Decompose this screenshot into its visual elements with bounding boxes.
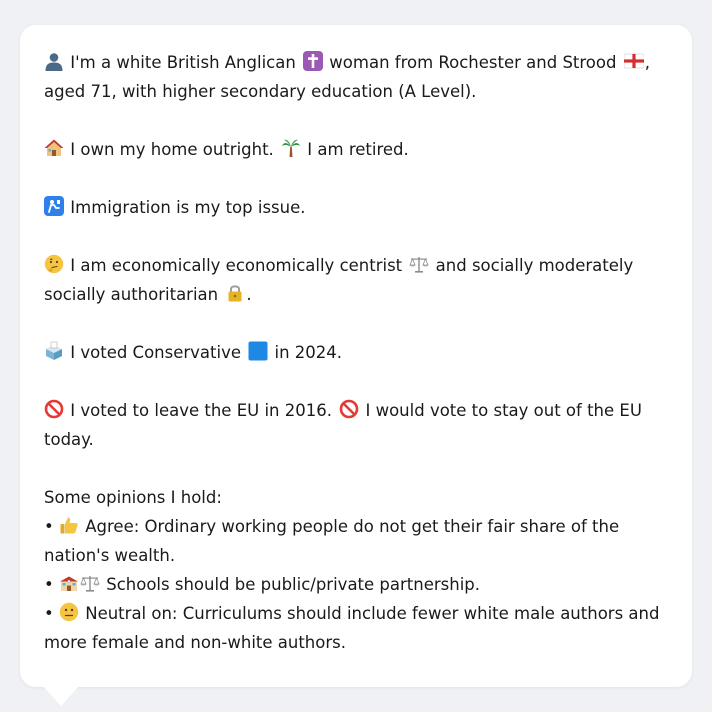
politics-text-4: . [246, 285, 252, 304]
house-icon [44, 138, 64, 158]
persona-message-body: I'm a white British Anglican woman from … [44, 48, 664, 657]
eu-text-2: I would vote to stay out of the EU [365, 401, 642, 420]
opinions-paragraph: Some opinions I hold: • Agree: Ordinary … [44, 483, 664, 657]
politics-text-2: and socially moderately [435, 256, 634, 275]
eu-text-3: today. [44, 430, 94, 449]
passport-control-icon [44, 196, 64, 216]
thinking-face-icon [44, 254, 64, 274]
bullet: • [44, 604, 54, 623]
balance-scale-icon [80, 573, 100, 593]
identity-text-4: aged 71, with higher secondary education… [44, 82, 477, 101]
bullet: • [44, 575, 54, 594]
prohibited-icon [339, 399, 359, 419]
opinion-item-agree-line-2: nation's wealth. [44, 546, 176, 565]
padlock-icon [225, 283, 245, 303]
blue-square-icon [248, 341, 268, 361]
thumbs-up-icon [59, 515, 79, 535]
opinions-heading: Some opinions I hold: [44, 488, 222, 507]
opinion-item-schools-text: Schools should be public/private partner… [106, 575, 481, 594]
prohibited-icon [44, 399, 64, 419]
opinion-item-agree-line-1: Agree: Ordinary working people do not ge… [85, 517, 620, 536]
message-bubble-tail [43, 686, 79, 706]
persona-message-bubble: I'm a white British Anglican woman from … [20, 25, 692, 687]
vote-paragraph: I voted Conservative in 2024. [44, 338, 664, 367]
balance-scale-icon [409, 254, 430, 274]
palm-tree-icon [281, 138, 301, 158]
eu-paragraph: I voted to leave the EU in 2016. I would… [44, 396, 664, 454]
opinion-item-neutral-line-2: more female and non-white authors. [44, 633, 346, 652]
england-flag-icon [623, 51, 644, 71]
school-icon [59, 573, 79, 593]
eu-text-1: I voted to leave the EU in 2016. [70, 401, 332, 420]
politics-text-3: socially authoritarian [44, 285, 219, 304]
bullet: • [44, 517, 54, 536]
identity-text-1: I'm a white British Anglican [70, 53, 296, 72]
opinion-item-schools: • Schools should be public/private partn… [44, 570, 664, 599]
neutral-face-icon [59, 602, 79, 622]
home-text-2: I am retired. [307, 140, 409, 159]
person-silhouette-icon [44, 51, 64, 71]
opinion-item-neutral-line-1: Neutral on: Curriculums should include f… [85, 604, 660, 623]
latin-cross-icon [303, 51, 324, 71]
politics-paragraph: I am economically economically centrist … [44, 251, 664, 309]
vote-text-1: I voted Conservative [70, 343, 242, 362]
opinion-item-neutral: • Neutral on: Curriculums should include… [44, 599, 664, 628]
ballot-box-icon [44, 341, 64, 361]
issue-paragraph: Immigration is my top issue. [44, 193, 664, 222]
opinion-item-agree: • Agree: Ordinary working people do not … [44, 512, 664, 541]
identity-text-2: woman from Rochester and Strood [329, 53, 617, 72]
identity-paragraph: I'm a white British Anglican woman from … [44, 48, 664, 106]
home-text-1: I own my home outright. [70, 140, 274, 159]
identity-text-3: , [644, 53, 650, 72]
vote-text-2: in 2024. [274, 343, 343, 362]
issue-text: Immigration is my top issue. [70, 198, 306, 217]
home-paragraph: I own my home outright. I am retired. [44, 135, 664, 164]
politics-text-1: I am economically economically centrist [70, 256, 403, 275]
